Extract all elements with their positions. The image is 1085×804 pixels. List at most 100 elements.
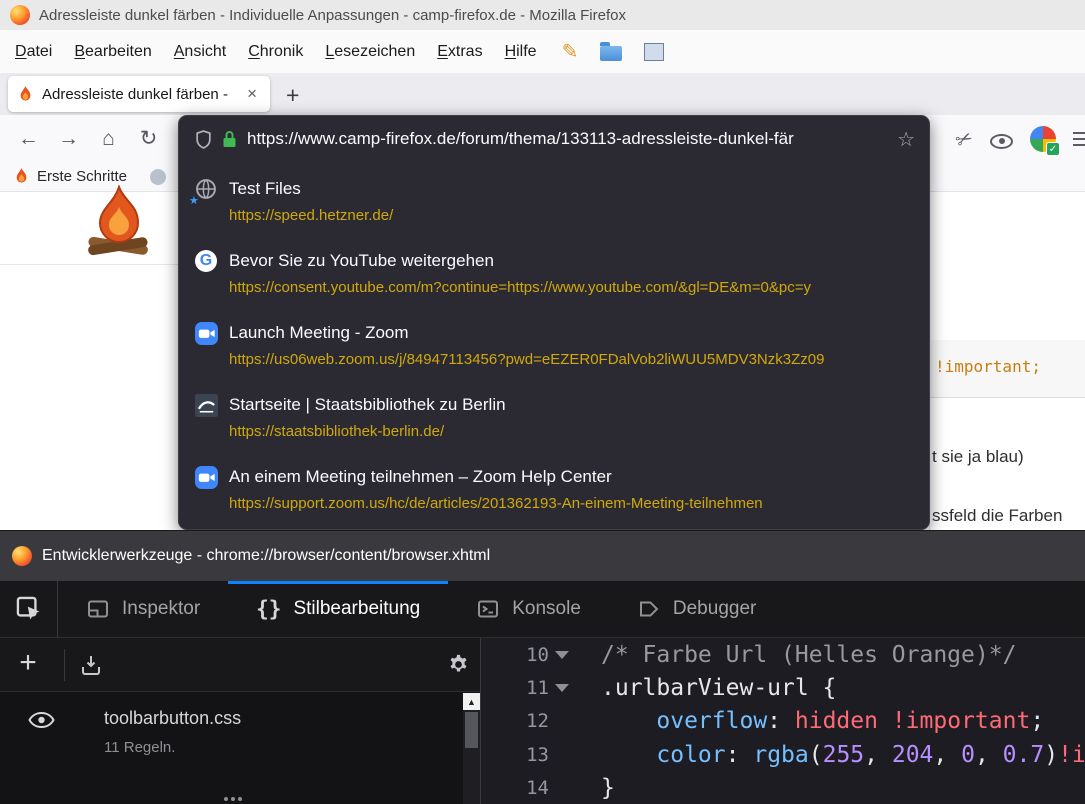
urlbar-result-row[interactable]: Startseite | Staatsbibliothek zu Berlinh… [179,385,929,457]
stylesheet-list-toolbar: + [0,638,480,692]
devtools-tab-debugger[interactable]: Debugger [609,581,784,637]
bookmark-favicon-flame-icon [14,168,29,185]
css-source-editor[interactable]: 10 /* Farbe Url (Helles Orange)*/ 11.urlba… [481,638,1085,804]
zoom-icon [195,322,219,346]
back-button[interactable]: ← [10,128,47,149]
fold-arrow-icon[interactable] [549,651,575,659]
menu-item-datei[interactable]: Datei [4,36,63,68]
code-line-13[interactable]: 13 color: rgba(255, 204, 0, 0.7)!importa… [481,738,1085,771]
devtools-tab-inspector[interactable]: Inspektor [58,581,228,637]
menu-bar: DateiBearbeitenAnsichtChronikLesezeichen… [0,30,1085,73]
editor-gutter: 10 [481,644,601,666]
devtools-tab-label: Inspektor [122,598,200,620]
devtools-titlebar: Entwicklerwerkzeuge - chrome://browser/c… [0,531,1085,581]
scrollbar-up-arrow-icon[interactable]: ▲ [463,693,480,710]
result-title: Launch Meeting - Zoom [229,322,913,343]
code-text: /* Farbe Url (Helles Orange)*/ [601,642,1016,668]
fold-arrow-icon[interactable] [549,684,575,692]
toolbar-right-icons: ✂ ✓ [956,126,1083,152]
console-icon [476,597,500,621]
forum-text-fragment-2: ssfeld die Farben [932,506,1062,526]
note-tool-icon[interactable]: ✎ [562,39,579,64]
new-stylesheet-button[interactable]: + [6,648,50,678]
eye-extension-icon[interactable] [990,134,1013,149]
tab-adressleiste[interactable]: Adressleiste dunkel färben - × [8,76,270,112]
folder-icon[interactable] [600,46,622,61]
stylesheet-info: toolbarbutton.css 11 Regeln. [104,708,241,756]
bookmark-star-icon[interactable]: ☆ [897,127,915,152]
line-number: 13 [519,744,549,766]
editor-gutter: 14 [481,777,601,799]
zoom-icon [195,466,219,490]
splitter-grip-icon[interactable] [224,797,228,801]
code-text: overflow: hidden !important; [601,708,1044,734]
debugger-icon [637,597,661,621]
line-number: 10 [519,644,549,666]
screen: Adressleiste dunkel färben - Individuell… [0,0,1085,804]
urlbar-input[interactable]: https://www.camp-firefox.de/forum/thema/… [247,129,887,149]
bookmark-favicon-partial-icon[interactable] [150,169,166,185]
tab-close-icon[interactable]: × [244,84,260,104]
menu-item-hilfe[interactable]: Hilfe [494,36,548,68]
tab-bar: Adressleiste dunkel färben - × + [0,73,1085,115]
home-button[interactable]: ⌂ [90,128,127,149]
window-title: Adressleiste dunkel färben - Individuell… [39,7,626,24]
code-line-11[interactable]: 11.urlbarView-url { [481,671,1085,704]
menubar-extension-icons: ✎ [562,39,665,64]
forward-button[interactable]: → [50,128,87,149]
devtools-tab-styleeditor[interactable]: {}Stilbearbeitung [228,581,448,637]
menu-item-extras[interactable]: Extras [426,36,493,68]
code-line-12[interactable]: 12 overflow: hidden !important; [481,705,1085,738]
account-avatar[interactable]: ✓ [1030,126,1056,152]
line-number: 14 [519,777,549,799]
code-text: } [601,775,615,801]
pick-element-button[interactable] [0,581,58,637]
menu-item-ansicht[interactable]: Ansicht [163,36,237,68]
code-line-10[interactable]: 10 /* Farbe Url (Helles Orange)*/ [481,638,1085,671]
stylesheet-list-pane: + toolbarbutton.css 11 Regeln. [0,638,481,804]
reload-button[interactable]: ↻ [130,128,167,149]
editor-gutter: 13 [481,744,601,766]
toolbar-separator [64,649,65,681]
scrollbar-thumb[interactable] [465,712,478,748]
urlbar-result-row[interactable]: An einem Meeting teilnehmen – Zoom Help … [179,457,929,529]
firefox-window: Adressleiste dunkel färben - Individuell… [0,0,1085,530]
forum-text-fragment-1: t sie ja blau) [932,447,1024,467]
editor-gutter: 12 [481,710,601,732]
menu-item-lesezeichen[interactable]: Lesezeichen [314,36,426,68]
bookmark-erste-schritte[interactable]: Erste Schritte [37,168,127,185]
visibility-eye-icon[interactable] [28,711,55,756]
result-url: https://consent.youtube.com/m?continue=h… [229,279,913,296]
tracking-shield-icon[interactable] [195,130,212,149]
devtools-tab-label: Stilbearbeitung [293,598,420,620]
devtools-tab-console[interactable]: Konsole [448,581,609,637]
camp-firefox-logo [88,185,150,270]
menu-item-chronik[interactable]: Chronik [237,36,314,68]
urlbar[interactable]: https://www.camp-firefox.de/forum/thema/… [179,116,929,162]
menu-item-bearbeiten[interactable]: Bearbeiten [63,36,162,68]
result-title: An einem Meeting teilnehmen – Zoom Help … [229,466,913,487]
screenshot-tool-icon[interactable]: ✂ [952,124,978,154]
import-stylesheet-button[interactable] [79,653,103,677]
bookmarked-star-badge-icon: ★ [189,194,199,207]
spreadsheet-icon[interactable] [644,43,664,61]
devtools-tab-label: Konsole [512,598,581,620]
app-menu-icon[interactable] [1073,138,1085,141]
new-tab-button[interactable]: + [286,84,299,107]
devtools-tab-label: Debugger [673,598,756,620]
result-title: Test Files [229,178,913,199]
urlbar-result-row[interactable]: GBevor Sie zu YouTube weitergehenhttps:/… [179,241,929,313]
stylesheet-list-item[interactable]: toolbarbutton.css 11 Regeln. [0,692,480,756]
lock-icon[interactable] [222,130,237,148]
check-badge-icon: ✓ [1046,142,1060,156]
devtools-tabs: Inspektor {}Stilbearbeitung Konsole Debugge… [58,581,784,637]
urlbar-result-row[interactable]: Launch Meeting - Zoomhttps://us06web.zoo… [179,313,929,385]
devtools-firefox-icon [12,546,32,566]
settings-gear-icon[interactable] [447,653,470,676]
urlbar-result-row[interactable]: ★Test Fileshttps://speed.hetzner.de/ [179,169,929,241]
devtools-window-title: Entwicklerwerkzeuge - chrome://browser/c… [42,547,490,565]
stylesheet-list-scrollbar[interactable]: ▲ [463,693,480,804]
code-line-14[interactable]: 14} [481,772,1085,804]
result-url: https://staatsbibliothek-berlin.de/ [229,423,913,440]
code-text: color: rgba(255, 204, 0, 0.7)!important; [601,742,1085,768]
